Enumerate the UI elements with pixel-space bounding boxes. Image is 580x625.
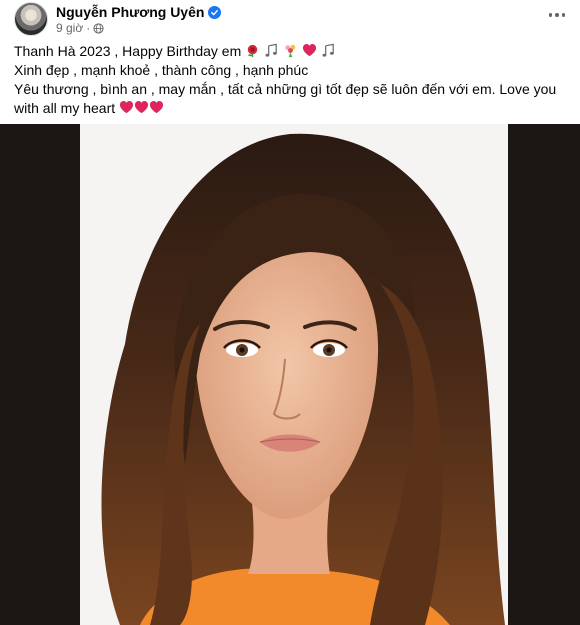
author-name[interactable]: Nguyễn Phương Uyên (56, 4, 204, 20)
rose-emoji (247, 44, 258, 58)
caption-line-1-text: Thanh Hà 2023 , Happy Birthday em (14, 43, 242, 59)
post-time[interactable]: 9 giờ (56, 21, 83, 35)
post-photo-frame[interactable] (0, 124, 580, 625)
red-heart-emoji (302, 43, 316, 57)
caption-line-1: Thanh Hà 2023 , Happy Birthday em (14, 42, 570, 61)
portrait-photo[interactable] (80, 124, 508, 625)
post-header: Nguyễn Phương Uyên 9 giờ · (0, 0, 580, 38)
post-caption: Thanh Hà 2023 , Happy Birthday em Xinh đ… (14, 42, 570, 118)
caption-line-2: Xinh đẹp , mạnh khoẻ , thành công , hạnh… (14, 62, 309, 78)
red-heart-emoji (134, 100, 149, 114)
caption-line-3-text: Yêu thương , bình an , may mắn , tất cả … (14, 81, 557, 116)
caption-line-3: Yêu thương , bình an , may mắn , tất cả … (14, 80, 570, 118)
verified-badge-icon (208, 5, 222, 19)
author-avatar[interactable] (14, 2, 48, 36)
portrait-illustration (101, 133, 505, 625)
more-options-icon[interactable] (544, 6, 570, 24)
music-notes-emoji (265, 43, 277, 57)
post-meta: 9 giờ · (56, 21, 104, 35)
meta-separator: · (86, 21, 91, 35)
author-row: Nguyễn Phương Uyên (56, 4, 222, 20)
red-heart-emoji (119, 100, 134, 114)
red-heart-emoji (149, 100, 164, 114)
globe-icon[interactable] (93, 22, 104, 34)
bouquet-emoji (285, 44, 296, 58)
music-notes-emoji (322, 43, 334, 57)
